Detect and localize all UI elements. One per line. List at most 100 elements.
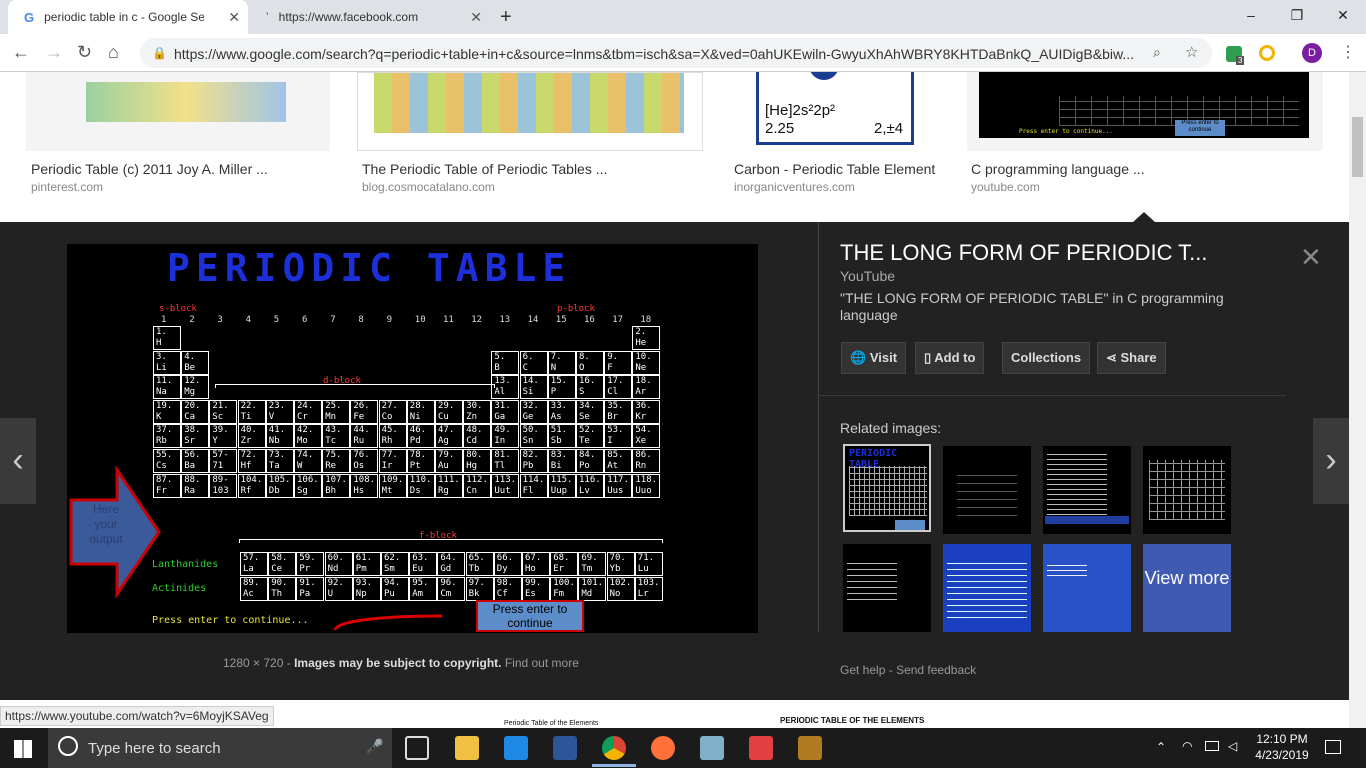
result-source[interactable]: inorganicventures.com xyxy=(734,180,855,194)
dosbox-icon[interactable] xyxy=(798,736,822,760)
red-curve-graphic xyxy=(333,614,443,631)
tab-facebook[interactable]: ʼ https://www.facebook.com ✕ xyxy=(250,0,490,34)
related-image[interactable] xyxy=(1143,446,1231,534)
bookmark-star-icon[interactable]: ☆ xyxy=(1185,43,1198,61)
microphone-icon[interactable]: 🎤 xyxy=(366,738,383,755)
related-image[interactable]: PERIODIC TABLE xyxy=(843,444,931,532)
turbo-c-icon[interactable] xyxy=(749,736,773,760)
volume-icon[interactable]: ◁ xyxy=(1228,739,1237,753)
image-info-title[interactable]: THE LONG FORM OF PERIODIC T... xyxy=(840,240,1208,266)
element-symbol: Pu xyxy=(384,588,395,599)
result-thumb-carbon[interactable]: [He]2s²2p² 2.25 2,±4 xyxy=(730,72,940,151)
extension-badge: 3 xyxy=(1236,56,1245,65)
menu-icon[interactable]: ⋮ xyxy=(1340,42,1356,62)
prev-image-button[interactable]: ‹ xyxy=(0,418,36,504)
element-symbol: Lr xyxy=(637,588,649,599)
result-title[interactable]: The Periodic Table of Periodic Tables ..… xyxy=(362,161,607,177)
taskbar-search[interactable]: Type here to search 🎤 xyxy=(48,728,392,768)
get-help-link[interactable]: Get help xyxy=(840,663,885,677)
close-window-button[interactable]: ✕ xyxy=(1320,4,1366,26)
group-number: 9 xyxy=(386,315,393,325)
add-to-button[interactable]: ▯ Add to xyxy=(915,342,985,374)
profile-avatar[interactable]: D xyxy=(1302,43,1322,63)
word-icon[interactable] xyxy=(553,736,577,760)
result-source[interactable]: youtube.com xyxy=(971,180,1040,194)
collections-button[interactable]: Collections xyxy=(1002,342,1091,374)
element-cell: 104. Rf xyxy=(237,473,266,498)
page-scrollbar[interactable] xyxy=(1349,72,1366,728)
next-result-caption[interactable]: PERIODIC TABLE OF THE ELEMENTS xyxy=(780,716,924,725)
related-image[interactable] xyxy=(843,544,931,632)
find-out-more-link[interactable]: Find out more xyxy=(505,656,579,670)
related-image[interactable] xyxy=(943,544,1031,632)
element-cell: 41. Nb xyxy=(265,424,294,449)
view-more-button[interactable]: View more xyxy=(1143,544,1231,632)
atomic-number: 36. xyxy=(635,400,652,411)
app-icon[interactable] xyxy=(700,736,724,760)
element-cell: 49. In xyxy=(491,424,520,449)
scrollbar-thumb[interactable] xyxy=(1352,117,1363,177)
image-info-source[interactable]: YouTube xyxy=(840,268,895,284)
store-icon[interactable] xyxy=(504,736,528,760)
preview-image[interactable]: PERIODIC TABLE s-block p-block d-block f… xyxy=(67,244,758,633)
related-image[interactable] xyxy=(1043,544,1131,632)
address-bar[interactable]: 🔒 https://www.google.com/search?q=period… xyxy=(140,38,1212,68)
f-element-cell: 68. Er xyxy=(550,552,579,576)
element-symbol: Zn xyxy=(466,411,478,422)
element-symbol: Ir xyxy=(381,461,393,471)
result-title[interactable]: C programming language ... xyxy=(971,161,1145,177)
f-element-cell: 64. Gd xyxy=(437,552,466,576)
firefox-icon[interactable] xyxy=(651,736,675,760)
system-clock[interactable]: 12:10 PM 4/23/2019 xyxy=(1252,731,1312,763)
file-explorer-icon[interactable] xyxy=(455,736,479,760)
new-tab-button[interactable]: + xyxy=(500,6,512,29)
atomic-number: 88. xyxy=(184,474,201,485)
atomic-number: 79. xyxy=(438,450,455,460)
notifications-icon[interactable] xyxy=(1325,740,1341,754)
element-symbol: Hf xyxy=(240,461,252,471)
home-button[interactable]: ⌂ xyxy=(108,42,119,62)
url-text: https://www.google.com/search?q=periodic… xyxy=(174,46,1134,62)
battery-icon[interactable] xyxy=(1205,741,1219,751)
close-panel-button[interactable]: ✕ xyxy=(1300,244,1322,270)
chrome-extension-icon[interactable] xyxy=(1259,45,1275,61)
element-cell: 75. Re xyxy=(322,449,351,473)
result-source[interactable]: pinterest.com xyxy=(31,180,103,194)
windows-start-icon[interactable] xyxy=(14,740,32,758)
reload-button[interactable]: ↻ xyxy=(77,42,92,62)
related-image[interactable] xyxy=(943,446,1031,534)
forward-button[interactable]: → xyxy=(45,42,63,62)
result-title[interactable]: Periodic Table (c) 2011 Joy A. Miller ..… xyxy=(31,161,268,177)
task-view-icon[interactable] xyxy=(405,736,429,760)
show-hidden-icons[interactable]: ⌃ xyxy=(1156,740,1166,754)
visit-button[interactable]: 🌐 Visit xyxy=(841,342,907,374)
send-feedback-link[interactable]: Send feedback xyxy=(896,663,976,677)
atomic-number: 83. xyxy=(550,450,568,460)
tab-google-search[interactable]: G periodic table in c - Google Searc ✕ xyxy=(8,0,248,34)
zoom-icon[interactable]: ⌕ xyxy=(1153,44,1161,61)
result-thumb-cosmocatalano[interactable] xyxy=(357,72,703,151)
close-tab-icon[interactable]: ✕ xyxy=(228,9,240,26)
result-title[interactable]: Carbon - Periodic Table Element xyxy=(734,161,935,177)
atomic-number: 60. xyxy=(327,553,344,563)
element-cell: 3. Li xyxy=(153,350,181,375)
result-source[interactable]: blog.cosmocatalano.com xyxy=(362,180,495,194)
next-result-caption[interactable]: Periodic Table of the Elements xyxy=(504,720,598,727)
result-thumb-pinterest[interactable] xyxy=(26,72,330,151)
related-image[interactable] xyxy=(1043,446,1131,534)
chrome-icon[interactable] xyxy=(602,736,626,760)
element-symbol: Cu xyxy=(438,411,449,422)
group-number: 15 xyxy=(555,315,567,325)
restore-button[interactable]: ❐ xyxy=(1274,4,1320,26)
minimize-button[interactable]: – xyxy=(1228,4,1274,26)
atomic-number: 50. xyxy=(522,425,539,436)
atomic-number: 62. xyxy=(384,553,401,563)
element-symbol: Ar xyxy=(635,387,647,398)
result-thumb-youtube[interactable]: Press enter to continue... Press enter t… xyxy=(967,72,1323,151)
share-button[interactable]: ⋖ Share xyxy=(1097,342,1166,374)
close-tab-icon[interactable]: ✕ xyxy=(470,9,482,26)
back-button[interactable]: ← xyxy=(12,42,30,62)
element-cell: 89- 103 xyxy=(209,473,238,498)
next-image-button[interactable]: › xyxy=(1313,418,1349,504)
wifi-icon[interactable]: ◠ xyxy=(1182,739,1192,753)
